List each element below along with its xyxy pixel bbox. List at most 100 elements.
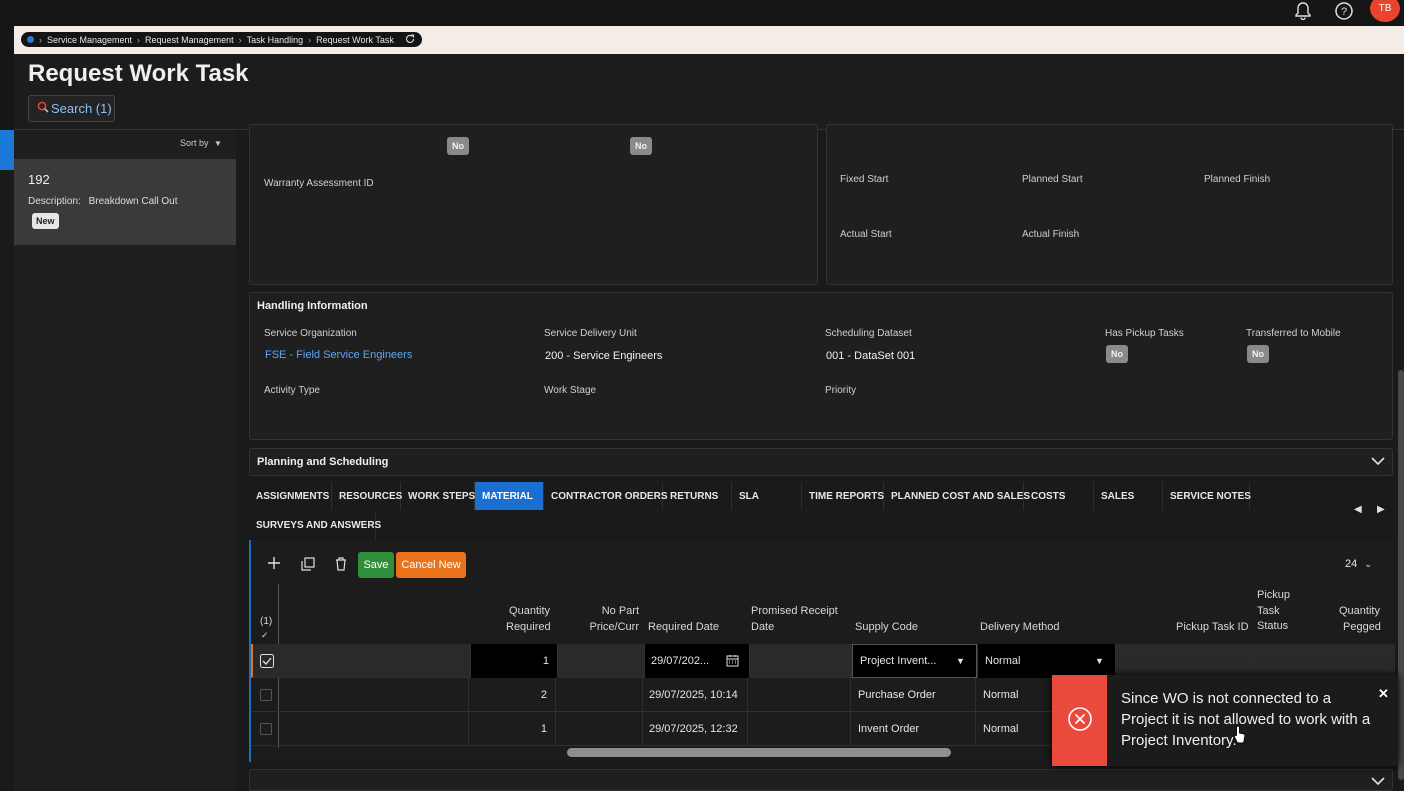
add-icon[interactable] bbox=[267, 556, 281, 573]
row-checkbox[interactable] bbox=[260, 654, 274, 671]
required-date-value: 29/07/202... bbox=[651, 655, 710, 667]
sort-by-button[interactable]: Sort by ▼ bbox=[180, 138, 222, 148]
tab-time-reports[interactable]: TIME REPORTS bbox=[802, 482, 884, 510]
bell-icon[interactable] bbox=[1293, 0, 1313, 22]
search-button[interactable]: Search (1) bbox=[28, 95, 115, 122]
duplicate-icon[interactable] bbox=[301, 557, 315, 574]
planning-scheduling-header[interactable]: Planning and Scheduling bbox=[249, 448, 1393, 476]
header-line: Pegged bbox=[1343, 620, 1381, 633]
caret-down-icon: ▼ bbox=[1095, 656, 1104, 666]
table-row[interactable]: 1 29/07/202... Project Invent... ▼ Norma… bbox=[251, 644, 1395, 678]
tab-material[interactable]: MATERIAL bbox=[475, 482, 544, 510]
chevron-right-icon: › bbox=[39, 34, 42, 45]
tab-service-notes[interactable]: SERVICE NOTES bbox=[1163, 482, 1251, 510]
column-header-required-date[interactable]: Required Date bbox=[648, 620, 719, 636]
no-badge: No bbox=[630, 137, 652, 155]
column-header-quantity-pegged[interactable]: Quantity Pegged bbox=[1339, 604, 1395, 635]
tab-scroll-right-icon[interactable]: ▶ bbox=[1377, 504, 1385, 515]
page-header: Request Work Task Search (1) bbox=[14, 54, 1404, 130]
breadcrumb-item[interactable]: Service Management bbox=[47, 35, 132, 45]
no-badge: No bbox=[447, 137, 469, 155]
delete-icon[interactable] bbox=[335, 557, 347, 574]
tab-assignments[interactable]: ASSIGNMENTS bbox=[249, 482, 332, 510]
row-checkbox[interactable] bbox=[260, 689, 272, 701]
tab-work-steps[interactable]: WORK STEPS bbox=[401, 482, 475, 510]
header-line: Price/Curr bbox=[589, 620, 639, 633]
caret-down-icon: ▼ bbox=[956, 656, 965, 666]
page-size-value: 24 bbox=[1345, 558, 1358, 570]
activity-type-label: Activity Type bbox=[264, 385, 320, 396]
column-header-no-part-price[interactable]: No Part Price/Curr bbox=[589, 604, 639, 635]
column-header-pickup-task-id[interactable]: Pickup Task ID bbox=[1176, 620, 1249, 636]
header-line: Pickup bbox=[1257, 589, 1291, 601]
close-icon[interactable]: ✕ bbox=[1378, 686, 1389, 702]
column-header-delivery-method[interactable]: Delivery Method bbox=[980, 620, 1059, 636]
error-icon bbox=[1067, 706, 1093, 735]
vertical-scrollbar[interactable] bbox=[1398, 370, 1404, 780]
page-title: Request Work Task bbox=[28, 60, 249, 87]
refresh-icon[interactable] bbox=[405, 33, 415, 46]
tab-contractor-orders[interactable]: CONTRACTOR ORDERS bbox=[544, 482, 667, 510]
supply-code-select[interactable]: Project Invent... ▼ bbox=[852, 644, 977, 678]
sort-by-label: Sort by bbox=[180, 138, 209, 148]
work-stage-label: Work Stage bbox=[544, 385, 597, 396]
supply-code-cell: Invent Order bbox=[850, 712, 975, 746]
planned-finish-label: Planned Finish bbox=[1204, 174, 1271, 185]
dates-panel: Fixed Start Planned Start Planned Finish… bbox=[826, 124, 1393, 285]
column-header-pickup-task-status[interactable]: Pickup Task Status bbox=[1257, 588, 1290, 635]
svg-text:?: ? bbox=[1341, 6, 1347, 18]
chevron-down-icon[interactable] bbox=[1371, 776, 1385, 789]
fixed-start-label: Fixed Start bbox=[840, 174, 889, 185]
column-header-promised-receipt-date[interactable]: Promised Receipt Date bbox=[751, 604, 838, 635]
horizontal-scrollbar[interactable] bbox=[567, 748, 951, 757]
save-button[interactable]: Save bbox=[358, 552, 394, 578]
chevron-down-icon[interactable] bbox=[1371, 456, 1385, 469]
promised-date-cell bbox=[749, 644, 852, 678]
breadcrumb-item[interactable]: Task Handling bbox=[247, 35, 304, 45]
cancel-new-button[interactable]: Cancel New bbox=[396, 552, 466, 578]
page-size-select[interactable]: 24 ⌄ bbox=[1345, 558, 1372, 570]
home-icon[interactable] bbox=[27, 36, 34, 43]
breadcrumb-item-current: Request Work Task bbox=[316, 34, 394, 45]
left-rail bbox=[0, 130, 14, 791]
has-pickup-tasks-label: Has Pickup Tasks bbox=[1105, 328, 1184, 339]
record-card[interactable]: 192 Description: Breakdown Call Out New bbox=[14, 159, 236, 245]
tab-resources[interactable]: RESOURCES bbox=[332, 482, 402, 510]
record-id: 192 bbox=[28, 172, 50, 187]
delivery-method-value: Normal bbox=[985, 655, 1021, 667]
service-organization-link[interactable]: FSE - Field Service Engineers bbox=[265, 349, 412, 361]
delivery-method-select[interactable]: Normal ▼ bbox=[977, 644, 1115, 678]
chevron-right-icon: › bbox=[308, 34, 312, 45]
required-date-cell: 29/07/2025, 10:14 bbox=[642, 678, 747, 712]
warranty-assessment-label: Warranty Assessment ID bbox=[264, 178, 374, 189]
breadcrumb-item[interactable]: Request Management bbox=[145, 35, 234, 45]
column-header-quantity-required[interactable]: Quantity Required bbox=[506, 604, 551, 635]
error-toast: Since WO is not connected to a Project i… bbox=[1052, 675, 1398, 766]
record-list: Sort by ▼ 192 Description: Breakdown Cal… bbox=[14, 130, 236, 791]
tab-sla[interactable]: SLA bbox=[732, 482, 802, 510]
column-header-supply-code[interactable]: Supply Code bbox=[855, 620, 918, 636]
help-icon[interactable]: ? bbox=[1333, 0, 1355, 22]
tab-surveys-and-answers[interactable]: SURVEYS AND ANSWERS bbox=[249, 511, 381, 539]
header-line: Quantity bbox=[509, 605, 550, 617]
select-all-check-icon[interactable]: ✓ bbox=[261, 628, 269, 644]
record-description: Description: Breakdown Call Out bbox=[28, 196, 178, 207]
required-date-input[interactable]: 29/07/202... bbox=[644, 644, 749, 678]
header-line: No Part bbox=[601, 605, 639, 617]
attachments-panel[interactable] bbox=[249, 769, 1393, 791]
calendar-icon[interactable] bbox=[726, 654, 739, 670]
search-icon bbox=[37, 101, 49, 116]
tab-costs[interactable]: COSTS bbox=[1024, 482, 1094, 510]
quantity-input[interactable]: 1 bbox=[470, 644, 557, 678]
required-date-cell: 29/07/2025, 12:32 bbox=[642, 712, 747, 746]
quantity-cell: 2 bbox=[468, 678, 555, 712]
pickup-task-id-cell bbox=[1115, 644, 1253, 678]
tab-scroll-left-icon[interactable]: ◀ bbox=[1354, 504, 1362, 515]
user-avatar[interactable]: TB bbox=[1370, 0, 1400, 22]
tab-planned-cost-and-sales[interactable]: PLANNED COST AND SALES bbox=[884, 482, 1030, 510]
actual-start-label: Actual Start bbox=[840, 229, 892, 240]
tab-returns[interactable]: RETURNS bbox=[663, 482, 732, 510]
no-part-price-cell bbox=[555, 712, 642, 746]
tab-sales[interactable]: SALES bbox=[1094, 482, 1163, 510]
row-checkbox[interactable] bbox=[260, 723, 272, 735]
